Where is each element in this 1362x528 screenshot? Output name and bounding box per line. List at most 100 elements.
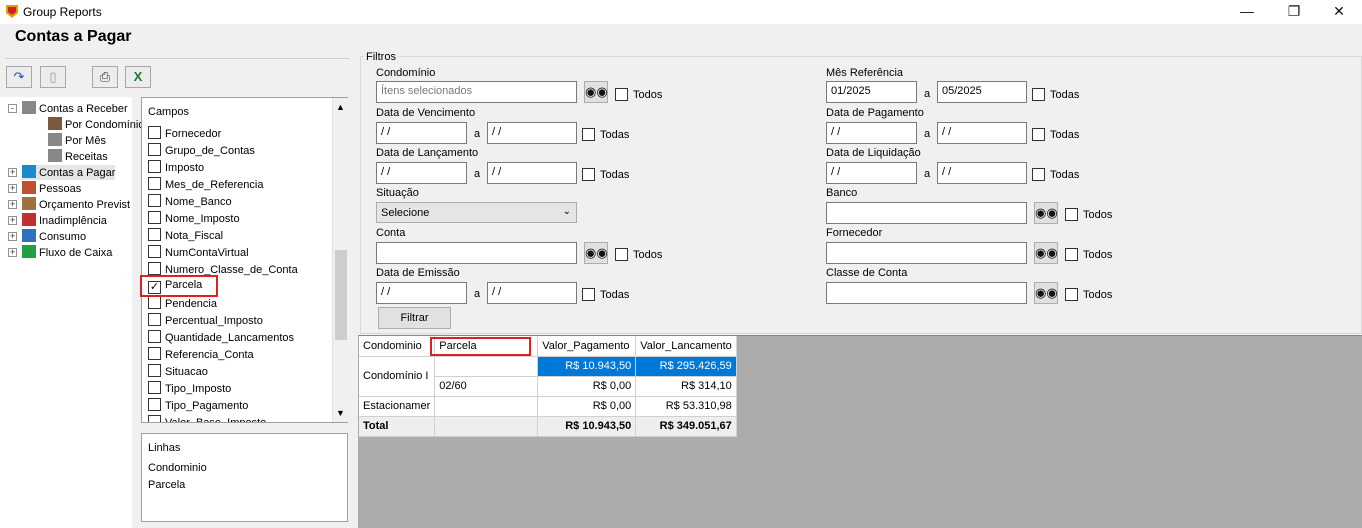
table-row[interactable]: Estacionamer R$ 0,00 R$ 53.310,98 [359, 396, 737, 417]
campo-checkbox[interactable] [148, 245, 161, 258]
expand-icon[interactable]: + [8, 184, 17, 193]
maximize-button[interactable]: ❐ [1271, 0, 1317, 24]
header-valor-lancamento[interactable]: Valor_Lancamento [635, 336, 737, 357]
tree-item[interactable]: Receitas [48, 149, 108, 164]
cell-parcela[interactable] [434, 356, 539, 377]
data-lancamento-todas-checkbox[interactable] [582, 168, 595, 181]
campo-checkbox[interactable] [148, 143, 161, 156]
cell-valor-lancamento[interactable]: R$ 314,10 [635, 376, 737, 397]
binoculars-icon[interactable]: ◉◉ [1034, 242, 1058, 264]
tree-item[interactable]: Por Mês [48, 133, 106, 148]
campos-scrollbar[interactable]: ▲ ▼ [332, 98, 348, 422]
tree-item[interactable]: Fluxo de Caixa [22, 245, 112, 260]
cell-valor-pagamento[interactable]: R$ 10.943,50 [537, 356, 637, 377]
campo-checkbox[interactable] [148, 160, 161, 173]
data-lancamento-to[interactable]: / / [487, 162, 577, 184]
expand-icon[interactable]: + [8, 248, 17, 257]
data-vencimento-todas-checkbox[interactable] [582, 128, 595, 141]
scroll-down-icon[interactable]: ▼ [336, 408, 345, 418]
data-emissao-todas-checkbox[interactable] [582, 288, 595, 301]
banco-field[interactable] [826, 202, 1027, 224]
fornecedor-todos-checkbox[interactable] [1065, 248, 1078, 261]
total-row[interactable]: Total R$ 10.943,50 R$ 349.051,67 [359, 416, 737, 437]
campo-checkbox[interactable] [148, 330, 161, 343]
cell-condominio[interactable]: Estacionamer [359, 396, 436, 417]
condominio-field[interactable]: Ítens selecionados [376, 81, 577, 103]
cell-valor-pagamento[interactable]: R$ 0,00 [537, 396, 637, 417]
cell-parcela[interactable]: 02/60 [434, 376, 539, 397]
binoculars-icon[interactable]: ◉◉ [584, 81, 608, 103]
campo-checkbox[interactable] [148, 381, 161, 394]
cell-valor-pagamento[interactable]: R$ 0,00 [537, 376, 637, 397]
banco-todos-checkbox[interactable] [1065, 208, 1078, 221]
data-emissao-to[interactable]: / / [487, 282, 577, 304]
campo-item[interactable]: Nome_Banco [148, 194, 232, 208]
campo-item[interactable]: Grupo_de_Contas [148, 143, 255, 157]
export-icon[interactable]: ↷ [6, 66, 32, 88]
data-lancamento-from[interactable]: / / [376, 162, 467, 184]
tree-item[interactable]: Consumo [22, 229, 86, 244]
campo-item[interactable]: Valor_Base_Imposto [148, 415, 266, 422]
print-icon[interactable]: ⎙ [92, 66, 118, 88]
data-liquidacao-todas-checkbox[interactable] [1032, 168, 1045, 181]
campo-item[interactable]: Fornecedor [148, 126, 221, 140]
data-vencimento-to[interactable]: / / [487, 122, 577, 144]
header-valor-pagamento[interactable]: Valor_Pagamento [537, 336, 637, 357]
tree-item[interactable]: Contas a Pagar [22, 165, 116, 180]
campo-item[interactable]: Nome_Imposto [148, 211, 240, 225]
binoculars-icon[interactable]: ◉◉ [1034, 202, 1058, 224]
tree-item[interactable]: Por Condomínio [48, 117, 145, 132]
campo-checkbox[interactable] [148, 364, 161, 377]
minimize-button[interactable]: — [1224, 0, 1270, 24]
table-row[interactable]: Condomínio I R$ 10.943,50 R$ 295.426,59 [359, 356, 737, 397]
close-button[interactable]: ✕ [1316, 0, 1362, 24]
mes-referencia-todas-checkbox[interactable] [1032, 88, 1045, 101]
cell-condominio[interactable]: Condomínio I [359, 356, 436, 397]
cell-valor-lancamento[interactable]: R$ 53.310,98 [635, 396, 737, 417]
campo-checkbox[interactable] [148, 347, 161, 360]
binoculars-icon[interactable]: ◉◉ [584, 242, 608, 264]
data-pagamento-todas-checkbox[interactable] [1032, 128, 1045, 141]
expand-icon[interactable]: + [8, 200, 17, 209]
data-emissao-from[interactable]: / / [376, 282, 467, 304]
mes-referencia-to[interactable]: 05/2025 [937, 81, 1027, 103]
conta-field[interactable] [376, 242, 577, 264]
campo-checkbox[interactable] [148, 126, 161, 139]
campo-item[interactable]: Mes_de_Referencia [148, 177, 263, 191]
campo-checkbox[interactable] [148, 313, 161, 326]
linhas-item[interactable]: Condominio [148, 462, 207, 474]
campo-item[interactable]: Tipo_Imposto [148, 381, 231, 395]
campo-checkbox[interactable] [148, 262, 161, 275]
classe-conta-todos-checkbox[interactable] [1065, 288, 1078, 301]
campo-item[interactable]: Imposto [148, 160, 204, 174]
data-pagamento-to[interactable]: / / [937, 122, 1027, 144]
binoculars-icon[interactable]: ◉◉ [1034, 282, 1058, 304]
campo-item[interactable]: Tipo_Pagamento [148, 398, 248, 412]
situacao-dropdown[interactable]: Selecione ⌄ [376, 202, 577, 223]
campo-item[interactable]: Nota_Fiscal [148, 228, 223, 242]
campo-checkbox[interactable] [148, 296, 161, 309]
excel-icon[interactable]: X [125, 66, 151, 88]
classe-conta-field[interactable] [826, 282, 1027, 304]
data-vencimento-from[interactable]: / / [376, 122, 467, 144]
data-liquidacao-to[interactable]: / / [937, 162, 1027, 184]
cell-valor-lancamento[interactable]: R$ 295.426,59 [635, 356, 737, 377]
condominio-todos-checkbox[interactable] [615, 88, 628, 101]
scroll-up-icon[interactable]: ▲ [336, 102, 345, 112]
data-pagamento-from[interactable]: / / [826, 122, 917, 144]
campo-item[interactable]: Numero_Classe_de_Conta [148, 262, 298, 276]
cell-parcela[interactable] [434, 396, 539, 417]
tree-item[interactable]: Inadimplência [22, 213, 107, 228]
campo-item[interactable]: Pendencia [148, 296, 217, 310]
expand-icon[interactable]: + [8, 216, 17, 225]
linhas-item[interactable]: Parcela [148, 479, 185, 491]
fornecedor-field[interactable] [826, 242, 1027, 264]
campo-checkbox[interactable] [148, 177, 161, 190]
tree-item[interactable]: Orçamento Previst [22, 197, 130, 212]
campo-item[interactable]: Percentual_Imposto [148, 313, 263, 327]
campo-item[interactable]: Referencia_Conta [148, 347, 254, 361]
campo-item[interactable]: NumContaVirtual [148, 245, 249, 259]
tree-item[interactable]: Contas a Receber [22, 101, 128, 116]
campo-checkbox[interactable] [148, 194, 161, 207]
expand-icon[interactable]: + [8, 168, 17, 177]
